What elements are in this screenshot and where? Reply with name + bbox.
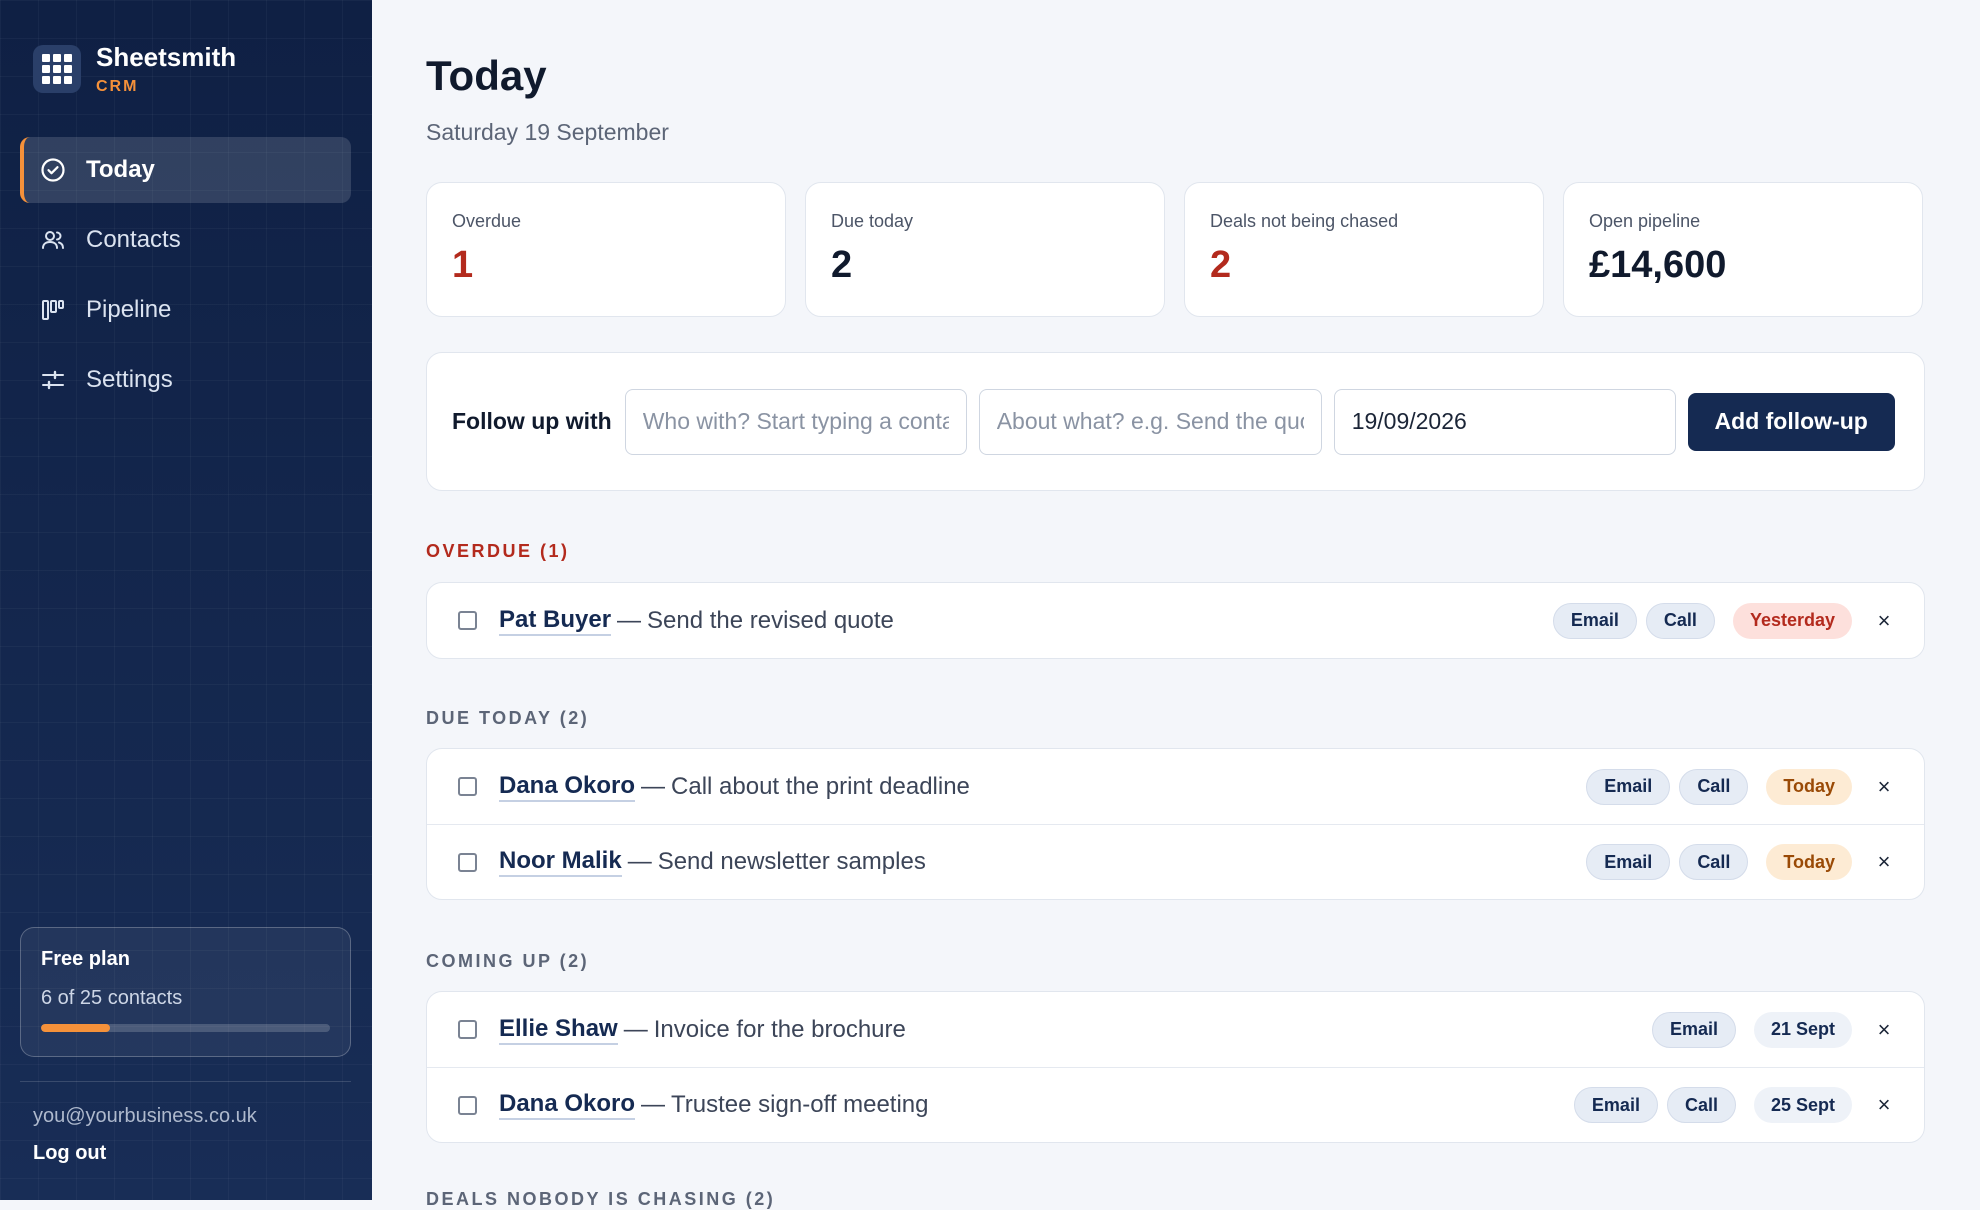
contact-link[interactable]: Dana Okoro bbox=[499, 1090, 636, 1120]
task-separator: — bbox=[627, 848, 652, 875]
email-button[interactable]: Email bbox=[1552, 602, 1637, 639]
sliders-icon bbox=[40, 367, 66, 393]
sidebar-nav: Today Contacts Pipeline Settings bbox=[20, 137, 351, 417]
brand[interactable]: Sheetsmith CRM bbox=[33, 42, 236, 96]
follow-up-form: Follow up with Add follow-up bbox=[426, 352, 1925, 491]
stat-card-deals-not-chased[interactable]: Deals not being chased 2 bbox=[1184, 182, 1544, 317]
section-heading-overdue: OVERDUE (1) bbox=[426, 541, 570, 561]
sidebar-item-settings[interactable]: Settings bbox=[20, 347, 351, 413]
task-row: Noor Malik — Send newsletter samples Ema… bbox=[427, 824, 1924, 899]
stat-card-overdue[interactable]: Overdue 1 bbox=[426, 182, 786, 317]
close-icon[interactable]: × bbox=[1874, 774, 1894, 800]
email-button[interactable]: Email bbox=[1586, 844, 1671, 880]
plan-card[interactable]: Free plan 6 of 25 contacts bbox=[20, 927, 351, 1057]
section-heading-due-today: DUE TODAY (2) bbox=[426, 708, 590, 728]
task-list-coming-up: Ellie Shaw — Invoice for the brochure Em… bbox=[426, 991, 1925, 1143]
plan-usage-bar bbox=[41, 1024, 330, 1032]
task-row: Dana Okoro — Trustee sign-off meeting Em… bbox=[427, 1067, 1924, 1142]
close-icon[interactable]: × bbox=[1874, 1017, 1894, 1043]
sidebar-divider bbox=[20, 1081, 351, 1082]
sidebar-item-label: Pipeline bbox=[86, 296, 172, 323]
stat-label: Open pipeline bbox=[1589, 211, 1701, 231]
close-icon[interactable]: × bbox=[1874, 849, 1894, 875]
plan-usage-fill bbox=[41, 1024, 111, 1032]
call-button[interactable]: Call bbox=[1645, 602, 1715, 639]
grid-icon bbox=[33, 45, 81, 93]
due-badge: Today bbox=[1766, 768, 1852, 805]
page-title: Today bbox=[426, 52, 547, 99]
brand-subtitle: CRM bbox=[96, 78, 139, 95]
sidebar-item-pipeline[interactable]: Pipeline bbox=[20, 277, 351, 343]
task-checkbox[interactable] bbox=[458, 1095, 477, 1115]
stat-card-due-today[interactable]: Due today 2 bbox=[805, 182, 1165, 317]
contact-link[interactable]: Dana Okoro bbox=[499, 772, 636, 802]
who-input[interactable] bbox=[624, 388, 967, 455]
brand-name: Sheetsmith bbox=[96, 42, 237, 72]
task-row: Pat Buyer — Send the revised quote Email… bbox=[427, 583, 1924, 658]
task-row: Ellie Shaw — Invoice for the brochure Em… bbox=[427, 992, 1924, 1067]
stat-value: 1 bbox=[452, 244, 474, 286]
task-list-overdue: Pat Buyer — Send the revised quote Email… bbox=[426, 582, 1925, 659]
task-description: Send newsletter samples bbox=[657, 848, 926, 875]
task-description: Invoice for the brochure bbox=[653, 1015, 906, 1043]
email-button[interactable]: Email bbox=[1573, 1087, 1658, 1123]
stat-value: 2 bbox=[1210, 244, 1232, 286]
section-heading-coming-up: COMING UP (2) bbox=[426, 951, 590, 971]
add-follow-up-button[interactable]: Add follow-up bbox=[1687, 392, 1895, 451]
contact-link[interactable]: Pat Buyer bbox=[499, 606, 612, 636]
task-checkbox[interactable] bbox=[458, 777, 477, 796]
task-description: Call about the print deadline bbox=[671, 772, 970, 800]
task-checkbox[interactable] bbox=[458, 852, 477, 872]
logout-link[interactable]: Log out bbox=[33, 1142, 106, 1165]
what-input[interactable] bbox=[978, 388, 1322, 455]
stat-value: £14,600 bbox=[1589, 244, 1727, 286]
due-badge: 25 Sept bbox=[1753, 1087, 1852, 1123]
task-list-due-today: Dana Okoro — Call about the print deadli… bbox=[426, 748, 1925, 900]
task-checkbox[interactable] bbox=[458, 1020, 477, 1039]
plan-usage-text: 6 of 25 contacts bbox=[41, 987, 183, 1009]
contact-link[interactable]: Ellie Shaw bbox=[499, 1015, 618, 1045]
check-circle-icon bbox=[40, 157, 66, 183]
sidebar: Sheetsmith CRM Today Contacts Pipeline S… bbox=[0, 0, 372, 1200]
stat-label: Deals not being chased bbox=[1210, 211, 1399, 231]
call-button[interactable]: Call bbox=[1679, 768, 1749, 805]
task-separator: — bbox=[641, 1091, 666, 1118]
stat-label: Overdue bbox=[452, 211, 522, 231]
stat-card-open-pipeline[interactable]: Open pipeline £14,600 bbox=[1563, 182, 1923, 317]
close-icon[interactable]: × bbox=[1874, 608, 1894, 634]
email-button[interactable]: Email bbox=[1586, 768, 1671, 805]
task-separator: — bbox=[641, 772, 666, 800]
page-date: Saturday 19 September bbox=[426, 119, 669, 145]
due-badge: Yesterday bbox=[1732, 602, 1852, 639]
users-icon bbox=[40, 227, 66, 253]
kanban-icon bbox=[40, 297, 66, 323]
close-icon[interactable]: × bbox=[1874, 1092, 1894, 1118]
task-description: Send the revised quote bbox=[647, 606, 894, 634]
stat-label: Due today bbox=[831, 211, 914, 231]
sidebar-item-label: Contacts bbox=[86, 226, 181, 253]
task-checkbox[interactable] bbox=[458, 611, 477, 630]
call-button[interactable]: Call bbox=[1666, 1087, 1736, 1123]
sidebar-item-label: Today bbox=[86, 156, 155, 183]
task-separator: — bbox=[617, 606, 642, 634]
stat-value: 2 bbox=[831, 244, 853, 286]
task-separator: — bbox=[623, 1015, 648, 1043]
date-input[interactable] bbox=[1333, 388, 1676, 455]
contact-link[interactable]: Noor Malik bbox=[499, 847, 622, 877]
account-email: you@yourbusiness.co.uk bbox=[33, 1105, 257, 1127]
due-badge: Today bbox=[1766, 844, 1852, 880]
email-button[interactable]: Email bbox=[1651, 1011, 1736, 1048]
follow-up-label: Follow up with bbox=[452, 408, 612, 434]
task-row: Dana Okoro — Call about the print deadli… bbox=[427, 749, 1924, 824]
stats-row: Overdue 1 Due today 2 Deals not being ch… bbox=[426, 182, 1923, 317]
plan-title: Free plan bbox=[41, 948, 130, 970]
sidebar-item-label: Settings bbox=[86, 366, 173, 393]
task-description: Trustee sign-off meeting bbox=[671, 1091, 929, 1118]
sidebar-item-today[interactable]: Today bbox=[20, 137, 351, 203]
due-badge: 21 Sept bbox=[1753, 1011, 1852, 1048]
call-button[interactable]: Call bbox=[1679, 844, 1749, 880]
sidebar-item-contacts[interactable]: Contacts bbox=[20, 207, 351, 273]
